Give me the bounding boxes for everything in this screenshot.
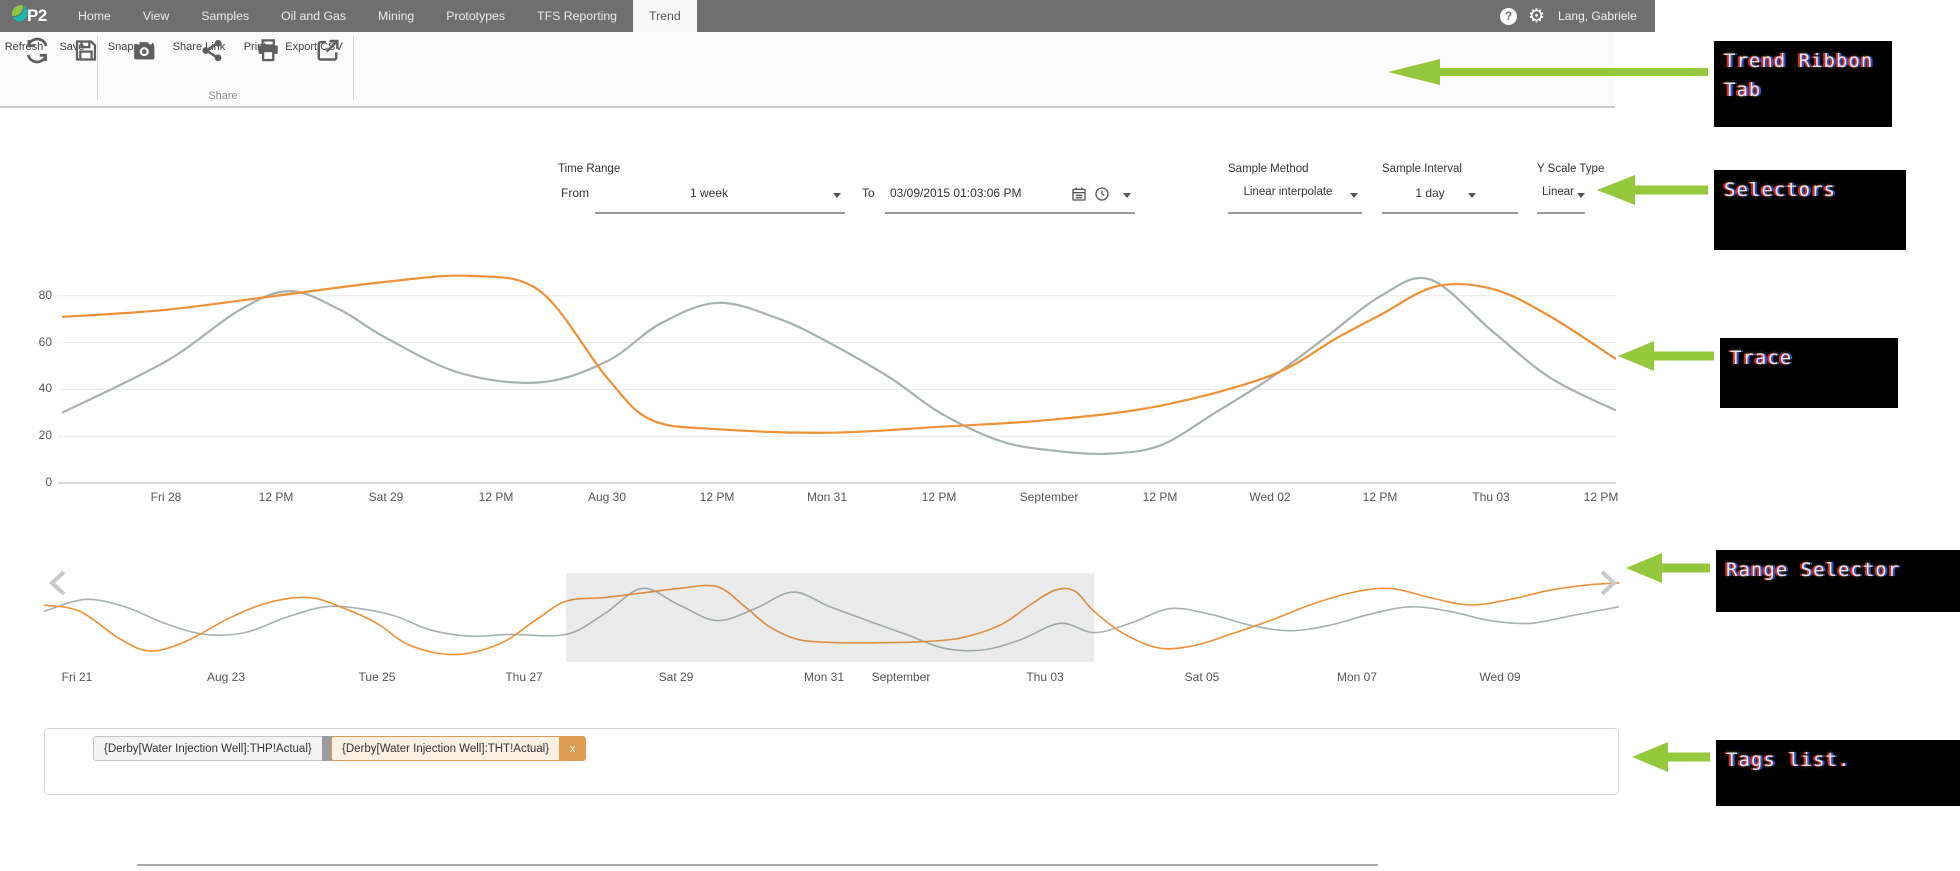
- y-axis-tick: 40: [38, 381, 52, 396]
- sample-interval-label: Sample Interval: [1382, 163, 1462, 175]
- sample-method-label: Sample Method: [1228, 163, 1309, 175]
- tag-pill-thp: {Derby[Water Injection Well]:THP!Actual}…: [93, 736, 349, 761]
- nav-item-view[interactable]: View: [127, 0, 185, 32]
- export-csv-button[interactable]: Export CSV: [285, 37, 343, 61]
- tag-pill-tht: {Derby[Water Injection Well]:THT!Actual}…: [331, 736, 587, 761]
- from-range-select[interactable]: 1 week: [595, 183, 845, 214]
- help-icon[interactable]: ?: [1500, 7, 1517, 25]
- sample-method-value: Linear interpolate: [1243, 186, 1333, 198]
- range-selector-tick: Mon 31: [803, 670, 845, 684]
- x-axis-tick: Mon 31: [806, 490, 848, 504]
- top-nav-bar: P2 Home View Samples Oil and Gas Mining Proto…: [0, 0, 1655, 32]
- from-label: From: [561, 186, 589, 200]
- nav-item-home[interactable]: Home: [62, 0, 127, 32]
- chevron-down-icon: [833, 193, 841, 198]
- x-axis-tick: September: [1019, 490, 1079, 504]
- trend-ribbon-toolbar: Share Refresh Save Snapshot Share Link Print…: [0, 32, 1615, 108]
- chevron-down-icon: [1123, 193, 1131, 198]
- from-range-value: 1 week: [689, 186, 729, 200]
- ribbon-group-label: Share: [208, 90, 238, 102]
- p2-logo[interactable]: P2: [10, 3, 56, 29]
- nav-item-prototypes[interactable]: Prototypes: [430, 0, 521, 32]
- to-datetime-input[interactable]: 03/09/2015 01:03:06 PM: [885, 183, 1135, 214]
- y-scale-type-label: Y Scale Type: [1537, 163, 1605, 175]
- clock-icon[interactable]: [1094, 186, 1110, 202]
- y-axis-tick: 60: [38, 334, 52, 349]
- nav-item-mining[interactable]: Mining: [362, 0, 430, 32]
- x-axis-tick: Aug 30: [587, 490, 627, 504]
- annotation-arrow-icon: [1632, 742, 1710, 772]
- tag-remove-button[interactable]: x: [559, 736, 587, 761]
- tag-label: {Derby[Water Injection Well]:THT!Actual}: [331, 736, 560, 761]
- calendar-icon[interactable]: [1071, 186, 1087, 202]
- annotation-arrow-icon: [1597, 175, 1708, 205]
- x-axis-tick: Thu 03: [1472, 490, 1510, 504]
- annotation-note-tags-list: Tags list.: [1716, 740, 1960, 806]
- annotation-note-range-selector: Range Selector: [1716, 550, 1960, 612]
- to-label: To: [862, 186, 875, 200]
- y-axis-tick: 20: [38, 428, 52, 443]
- trend-main-chart: [58, 274, 1617, 484]
- sample-interval-select[interactable]: 1 day: [1382, 183, 1518, 214]
- y-scale-type-select[interactable]: Linear: [1537, 183, 1585, 214]
- range-selector-tick: Fri 21: [61, 670, 93, 684]
- range-selector-tick: Sat 29: [658, 670, 694, 684]
- range-selector-tick: Tue 25: [358, 670, 396, 684]
- x-axis-tick: 12 PM: [699, 490, 735, 504]
- x-axis-tick: 12 PM: [478, 490, 514, 504]
- annotation-note-selectors: Selectors: [1714, 170, 1906, 250]
- nav-menu: Home View Samples Oil and Gas Mining Prototyp…: [62, 0, 697, 32]
- chevron-down-icon: [1350, 193, 1358, 198]
- refresh-button[interactable]: Refresh: [5, 37, 48, 64]
- x-axis-tick: Sat 29: [368, 490, 404, 504]
- range-selector-chart[interactable]: [0, 560, 1660, 670]
- x-axis-tick: 12 PM: [921, 490, 957, 504]
- range-selector-tick: Thu 03: [1026, 670, 1064, 684]
- range-selector-tick: Mon 07: [1336, 670, 1378, 684]
- gear-icon[interactable]: ⚙: [1528, 7, 1545, 26]
- toolbar-separator: [353, 36, 354, 100]
- y-axis-tick: 0: [45, 475, 52, 489]
- y-scale-type-value: Linear: [1542, 186, 1574, 198]
- range-selector-tick: Sat 05: [1184, 670, 1220, 684]
- tag-label: {Derby[Water Injection Well]:THP!Actual}: [93, 736, 322, 761]
- range-selector-tick: Aug 23: [206, 670, 246, 684]
- p2-logo-text: P2: [27, 6, 47, 25]
- user-name[interactable]: Lang, Gabriele: [1556, 9, 1637, 23]
- time-range-label: Time Range: [558, 163, 621, 175]
- x-axis-tick: 12 PM: [1362, 490, 1398, 504]
- toolbar-separator: [97, 36, 98, 100]
- x-axis-tick: 12 PM: [1583, 490, 1619, 504]
- x-axis-tick: Fri 28: [150, 490, 182, 504]
- range-selection-region[interactable]: [566, 573, 1094, 662]
- nav-item-samples[interactable]: Samples: [185, 0, 265, 32]
- nav-item-oil-and-gas[interactable]: Oil and Gas: [265, 0, 362, 32]
- x-axis-tick: 12 PM: [258, 490, 294, 504]
- print-button[interactable]: Print: [244, 37, 279, 62]
- nav-item-trend[interactable]: Trend: [633, 0, 697, 32]
- share-link-button[interactable]: Share Link: [173, 37, 225, 62]
- tags-list-container[interactable]: {Derby[Water Injection Well]:THP!Actual}…: [44, 728, 1619, 795]
- range-scroll-left-icon[interactable]: [49, 570, 66, 596]
- annotation-note-trend-ribbon-tab: Trend Ribbon Tab: [1714, 41, 1892, 127]
- y-axis-tick: 80: [38, 287, 52, 302]
- bottom-divider: [137, 864, 1378, 866]
- range-selector-tick: Wed 09: [1479, 670, 1521, 684]
- save-button[interactable]: Save: [59, 37, 96, 61]
- chevron-down-icon: [1468, 193, 1476, 198]
- chevron-down-icon: [1577, 193, 1585, 198]
- sample-interval-value: 1 day: [1415, 186, 1445, 200]
- x-axis-tick: 12 PM: [1142, 490, 1178, 504]
- range-selector-tick: September: [871, 670, 931, 684]
- annotation-note-trace: Trace: [1720, 338, 1898, 408]
- nav-right-group: ? ⚙ Lang, Gabriele: [1500, 0, 1637, 32]
- sample-method-select[interactable]: Linear interpolate: [1228, 183, 1362, 214]
- nav-item-tfs-reporting[interactable]: TFS Reporting: [521, 0, 633, 32]
- range-selector-tick: Thu 27: [505, 670, 543, 684]
- trace-line-thp[interactable]: [61, 276, 1617, 456]
- snapshot-button[interactable]: Snapshot: [108, 37, 155, 60]
- x-axis-tick: Wed 02: [1249, 490, 1291, 504]
- trace-line-tht[interactable]: [61, 274, 1617, 434]
